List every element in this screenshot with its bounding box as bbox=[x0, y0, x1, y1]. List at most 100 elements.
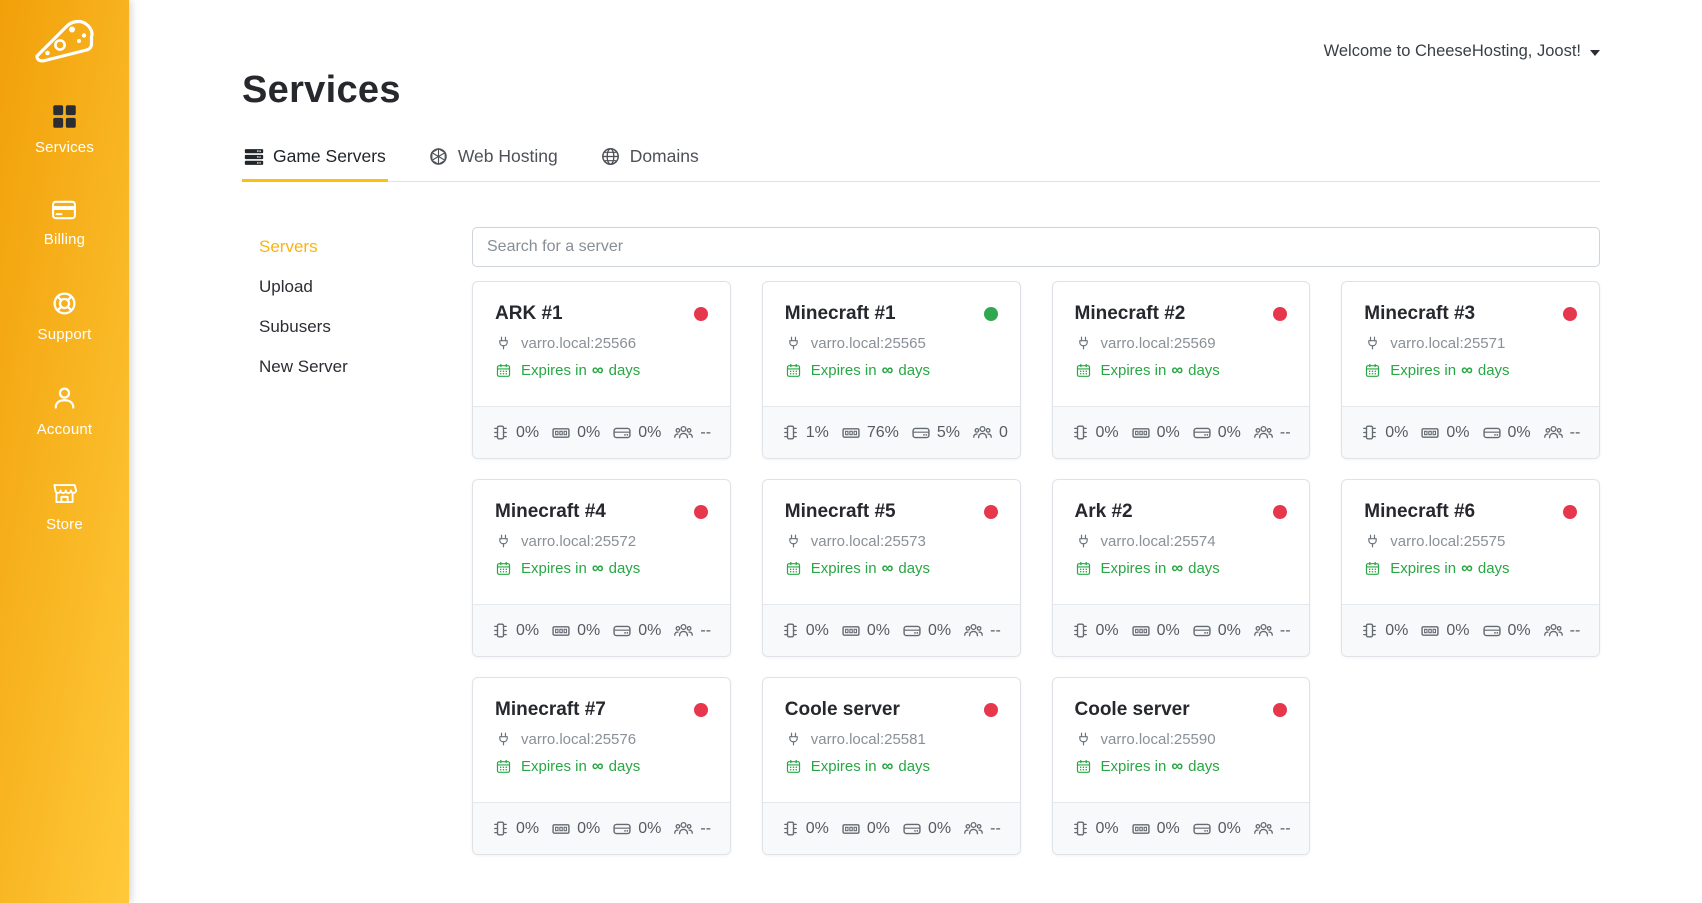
server-expiry-line: Expires in ∞ days bbox=[1364, 362, 1577, 379]
calendar-icon bbox=[1075, 758, 1092, 775]
server-card[interactable]: ARK #1 varro.local:25566 bbox=[472, 281, 731, 459]
players-stat: -- bbox=[1253, 620, 1291, 641]
server-expiry-line: Expires in ∞ days bbox=[495, 758, 708, 775]
server-expiry-line: Expires in ∞ days bbox=[1075, 560, 1288, 577]
status-dot bbox=[984, 505, 998, 519]
memory-icon bbox=[1420, 423, 1440, 443]
expires-text: Expires in ∞ days bbox=[1101, 560, 1220, 577]
server-expiry-line: Expires in ∞ days bbox=[1075, 758, 1288, 775]
server-host-line: varro.local:25590 bbox=[1075, 731, 1288, 748]
server-card[interactable]: Minecraft #7 varro.local:25576 bbox=[472, 677, 731, 855]
server-card-body: Minecraft #5 varro.local:25573 bbox=[763, 480, 1020, 604]
server-card[interactable]: Ark #2 varro.local:25574 bbox=[1052, 479, 1311, 657]
server-card[interactable]: Coole server varro.local:25581 bbox=[762, 677, 1021, 855]
server-card-body: Minecraft #3 varro.local:25571 bbox=[1342, 282, 1599, 406]
tab-web-hosting[interactable]: Web Hosting bbox=[426, 146, 560, 181]
server-card[interactable]: Minecraft #3 varro.local:25571 bbox=[1341, 281, 1600, 459]
status-dot bbox=[694, 307, 708, 321]
expires-text: Expires in ∞ days bbox=[1101, 758, 1220, 775]
disk-stat: 0% bbox=[1192, 819, 1241, 839]
disk-value: 0% bbox=[638, 820, 661, 838]
sidebar-item-billing[interactable]: Billing bbox=[44, 198, 85, 248]
disk-value: 0% bbox=[1218, 424, 1241, 442]
plug-icon bbox=[1075, 533, 1092, 550]
infinity-symbol: ∞ bbox=[1461, 362, 1473, 379]
sidebar-item-support[interactable]: Support bbox=[38, 290, 92, 343]
players-icon bbox=[972, 422, 993, 443]
server-card[interactable]: Coole server varro.local:25590 bbox=[1052, 677, 1311, 855]
subnav-item-servers[interactable]: Servers bbox=[259, 227, 472, 267]
memory-stat: 0% bbox=[1420, 621, 1469, 641]
players-value: -- bbox=[1280, 424, 1291, 442]
server-host: varro.local:25566 bbox=[521, 335, 636, 352]
players-value: -- bbox=[1280, 622, 1291, 640]
search-input[interactable] bbox=[472, 227, 1600, 267]
players-value: -- bbox=[700, 424, 711, 442]
tab-game-servers[interactable]: Game Servers bbox=[242, 146, 388, 181]
status-dot bbox=[1273, 307, 1287, 321]
infinity-symbol: ∞ bbox=[882, 560, 894, 577]
server-expiry-line: Expires in ∞ days bbox=[1075, 362, 1288, 379]
subnav-item-new-server[interactable]: New Server bbox=[259, 347, 472, 387]
infinity-symbol: ∞ bbox=[882, 758, 894, 775]
cpu-value: 0% bbox=[1385, 622, 1408, 640]
tab-label: Web Hosting bbox=[458, 146, 558, 167]
memory-stat: 0% bbox=[841, 621, 890, 641]
server-card-body: Ark #2 varro.local:25574 bbox=[1053, 480, 1310, 604]
calendar-icon bbox=[1075, 560, 1092, 577]
players-stat: -- bbox=[673, 620, 711, 641]
disk-stat: 0% bbox=[1482, 621, 1531, 641]
players-icon bbox=[1253, 620, 1274, 641]
server-card[interactable]: Minecraft #2 varro.local:25569 bbox=[1052, 281, 1311, 459]
disk-stat: 0% bbox=[1192, 621, 1241, 641]
server-card[interactable]: Minecraft #1 varro.local:25565 bbox=[762, 281, 1021, 459]
subnav-item-subusers[interactable]: Subusers bbox=[259, 307, 472, 347]
disk-icon bbox=[1192, 621, 1212, 641]
server-name: Coole server bbox=[785, 699, 900, 721]
memory-stat: 0% bbox=[551, 621, 600, 641]
cpu-icon bbox=[1360, 423, 1379, 442]
plug-icon bbox=[1075, 731, 1092, 748]
disk-stat: 5% bbox=[911, 423, 960, 443]
server-stats: 0% 0% bbox=[763, 604, 1020, 656]
sidebar-item-services[interactable]: Services bbox=[35, 103, 94, 156]
cheese-logo[interactable] bbox=[31, 14, 99, 71]
server-card[interactable]: Minecraft #5 varro.local:25573 bbox=[762, 479, 1021, 657]
cpu-icon bbox=[1071, 423, 1090, 442]
server-card-body: Minecraft #1 varro.local:25565 bbox=[763, 282, 1020, 406]
server-host: varro.local:25571 bbox=[1390, 335, 1505, 352]
disk-icon bbox=[902, 819, 922, 839]
content-area: Servers Upload Subusers New Server ARK #… bbox=[242, 227, 1600, 855]
account-menu[interactable]: Welcome to CheeseHosting, Joost! bbox=[1324, 42, 1600, 61]
page-title: Services bbox=[242, 69, 1600, 112]
server-expiry-line: Expires in ∞ days bbox=[785, 362, 998, 379]
cpu-value: 0% bbox=[516, 622, 539, 640]
server-card[interactable]: Minecraft #4 varro.local:25572 bbox=[472, 479, 731, 657]
disk-value: 0% bbox=[928, 622, 951, 640]
memory-stat: 0% bbox=[841, 819, 890, 839]
globe-icon bbox=[600, 146, 621, 167]
server-stats: 0% 0% bbox=[473, 802, 730, 854]
status-dot bbox=[1273, 505, 1287, 519]
memory-value: 0% bbox=[1446, 424, 1469, 442]
calendar-icon bbox=[785, 362, 802, 379]
sidebar-item-store[interactable]: Store bbox=[46, 480, 83, 533]
servers-panel: ARK #1 varro.local:25566 bbox=[472, 227, 1600, 855]
disk-icon bbox=[612, 423, 632, 443]
server-card-body: Coole server varro.local:25581 bbox=[763, 678, 1020, 802]
cpu-stat: 0% bbox=[781, 621, 829, 640]
tab-domains[interactable]: Domains bbox=[598, 146, 701, 181]
server-host-line: varro.local:25581 bbox=[785, 731, 998, 748]
server-card[interactable]: Minecraft #6 varro.local:25575 bbox=[1341, 479, 1600, 657]
expires-text: Expires in ∞ days bbox=[521, 362, 640, 379]
tab-label: Game Servers bbox=[273, 146, 386, 167]
plug-icon bbox=[1075, 335, 1092, 352]
subnav: Servers Upload Subusers New Server bbox=[242, 227, 472, 855]
cpu-value: 0% bbox=[806, 622, 829, 640]
cpu-stat: 0% bbox=[1071, 621, 1119, 640]
players-stat: -- bbox=[673, 818, 711, 839]
server-stats: 1% 76% bbox=[763, 406, 1020, 458]
server-host: varro.local:25590 bbox=[1101, 731, 1216, 748]
subnav-item-upload[interactable]: Upload bbox=[259, 267, 472, 307]
sidebar-item-account[interactable]: Account bbox=[37, 385, 93, 438]
